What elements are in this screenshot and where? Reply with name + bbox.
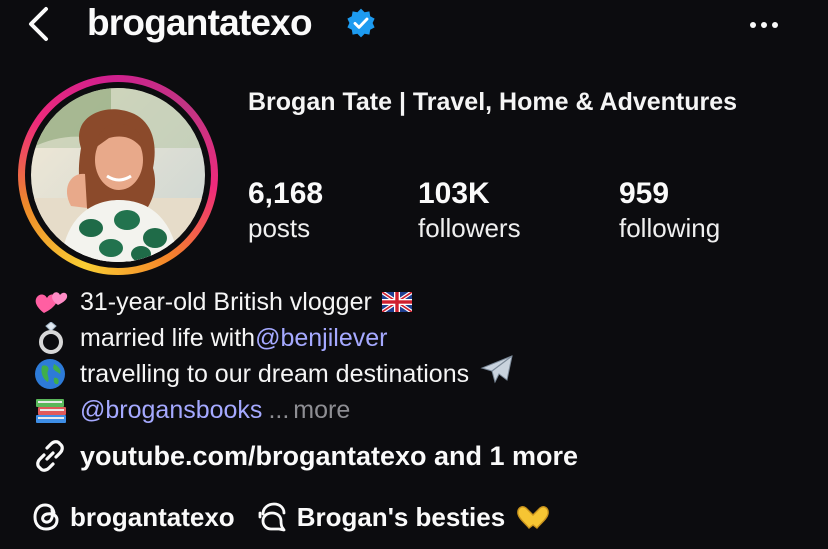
airplane-emoji bbox=[479, 353, 515, 395]
bio-text: married life with bbox=[80, 324, 256, 352]
books-emoji bbox=[34, 395, 70, 425]
bio-line: travelling to our dream destinations bbox=[34, 353, 515, 395]
mention-link[interactable]: @brogansbooks bbox=[80, 392, 262, 428]
stat-posts[interactable]: 6,168 posts bbox=[248, 176, 323, 244]
external-link[interactable]: youtube.com/brogantatexo and 1 more bbox=[32, 436, 578, 476]
threads-link[interactable]: brogantatexo bbox=[32, 501, 235, 533]
broadcast-channel-name: Brogan's besties bbox=[296, 501, 506, 532]
stat-followers[interactable]: 103K followers bbox=[418, 176, 521, 244]
bio-more-button[interactable]: more bbox=[293, 392, 350, 428]
globe-emoji bbox=[34, 359, 70, 389]
story-ring[interactable] bbox=[18, 75, 218, 275]
profile-extra-links: brogantatexo Brogan's besties bbox=[32, 498, 551, 536]
stat-followers-label: followers bbox=[418, 213, 521, 243]
threads-handle: brogantatexo bbox=[70, 501, 235, 532]
stat-following[interactable]: 959 following bbox=[619, 176, 720, 244]
stat-following-label: following bbox=[619, 213, 721, 243]
mention-link[interactable]: @benjilever bbox=[255, 320, 387, 356]
bio-line: 31-year-old British vlogger bbox=[34, 284, 515, 320]
more-options-button[interactable] bbox=[742, 10, 786, 40]
stat-following-value: 959 bbox=[619, 177, 670, 210]
profile-photo bbox=[31, 88, 205, 262]
stat-posts-label: posts bbox=[248, 213, 311, 243]
bio-text: travelling to our dream destinations bbox=[80, 360, 470, 388]
profile-avatar bbox=[31, 88, 205, 262]
more-horizontal-icon bbox=[750, 22, 756, 28]
profile-bio: 31-year-old British vlogger married life… bbox=[34, 284, 515, 428]
broadcast-channel-icon bbox=[258, 502, 286, 532]
bio-text: 31-year-old British vlogger bbox=[80, 288, 372, 316]
broadcast-channel-link[interactable]: Brogan's besties bbox=[257, 501, 551, 533]
back-button[interactable] bbox=[22, 6, 56, 42]
bio-line: @brogansbooks ... more bbox=[34, 392, 515, 428]
bio-ellipsis: ... bbox=[268, 396, 290, 424]
bio-line: married life with @benjilever bbox=[34, 320, 515, 356]
external-link-text: youtube.com/brogantatexo and 1 more bbox=[80, 440, 579, 471]
stat-posts-value: 6,168 bbox=[248, 177, 324, 210]
two-hearts-emoji bbox=[34, 287, 70, 317]
heart-hands-emoji bbox=[517, 506, 549, 529]
uk-flag-emoji bbox=[381, 292, 412, 312]
verified-badge-icon bbox=[347, 8, 375, 38]
link-icon bbox=[36, 440, 64, 472]
profile-username: brogantatexo bbox=[87, 2, 313, 43]
chevron-left-icon bbox=[29, 7, 48, 41]
profile-full-name: Brogan Tate | Travel, Home & Adventures bbox=[248, 88, 738, 116]
stat-followers-value: 103K bbox=[418, 177, 490, 210]
threads-icon bbox=[33, 503, 59, 531]
ring-emoji bbox=[34, 322, 70, 354]
top-navigation-bar: brogantatexo bbox=[0, 0, 828, 48]
